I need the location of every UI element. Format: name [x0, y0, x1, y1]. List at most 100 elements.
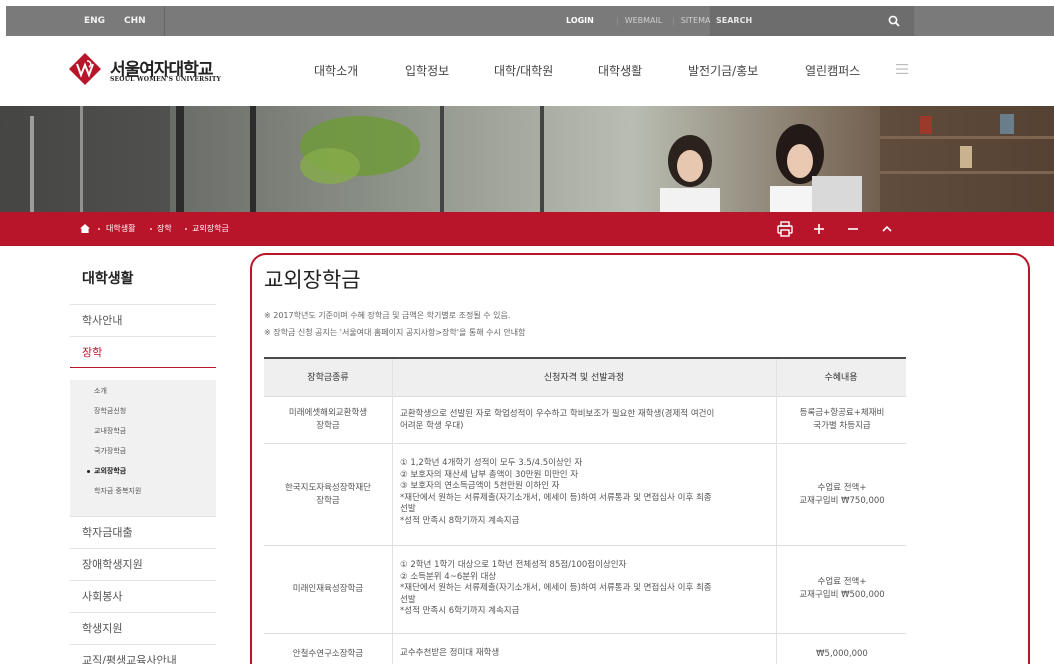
criteria-line: *성적 만족시 8학기까지 계속지급 — [400, 515, 520, 526]
search-input[interactable]: SEARCH — [710, 6, 914, 36]
note-text: ※ 장학금 신청 공지는 '서울여대 홈페이지 공지사항>장학'을 통해 수시 … — [264, 328, 526, 337]
criteria-line: 교환학생으로 선발된 자로 학업성적이 우수하고 학비보조가 필요한 재학생(경… — [400, 409, 715, 419]
submenu-item-external[interactable]: 교외장학금 — [94, 466, 126, 476]
lang-chn-link[interactable]: CHN — [124, 6, 146, 36]
scholarship-name-line: 안철수연구소장학금 — [292, 649, 364, 659]
benefit-cell: 수업료 전액+ 교재구입비 ₩750,000 — [778, 482, 906, 508]
column-divider — [392, 359, 393, 397]
criteria-line: ② 소득분위 4~6분위 대상 — [400, 571, 497, 582]
university-logo-icon[interactable] — [68, 52, 102, 86]
benefit-cell: ₩5,000,000 — [778, 648, 906, 661]
table-row: 안철수연구소장학금 교수추천받은 정미대 재학생 ₩5,000,000 — [264, 634, 906, 664]
util-separator: | — [672, 16, 675, 25]
lang-eng-link[interactable]: ENG — [84, 6, 105, 36]
column-divider — [392, 634, 393, 664]
note-text: ※ 2017학년도 기준이며 수혜 장학금 및 금액은 학기별로 조정될 수 있… — [264, 311, 511, 320]
submenu-item-national[interactable]: 국가장학금 — [94, 446, 126, 456]
sidebar-item-volunteer[interactable]: 사회봉사 — [70, 580, 216, 612]
sidebar-submenu: 소개 장학금신청 교내장학금 국가장학금 교외장학금 학자금 중복지원 — [70, 380, 216, 516]
nav-development-fund[interactable]: 발전기금/홍보 — [688, 62, 758, 79]
sidebar-item-teaching-course[interactable]: 교직/평생교육사안내 — [70, 644, 216, 664]
breadcrumb-separator — [98, 228, 100, 230]
nav-college-graduate[interactable]: 대학/대학원 — [494, 62, 553, 79]
lang-divider — [164, 6, 165, 36]
criteria-line: 어려운 학생 우대) — [400, 420, 464, 431]
scroll-top-icon[interactable] — [878, 220, 896, 238]
column-header: 수혜내용 — [824, 373, 858, 383]
scholarship-name-line: 미래인재육성장학금 — [292, 584, 364, 594]
sidebar-title: 대학생활 — [82, 271, 134, 287]
criteria-cell: ① 2학년 1학기 대상으로 1학년 전체성적 85점/100점이상인자 ② 소… — [400, 560, 770, 618]
nav-about[interactable]: 대학소개 — [314, 62, 358, 79]
criteria-line: ② 보호자의 재산세 납부 총액이 30만원 미만인 자 — [400, 469, 579, 480]
zoom-out-icon[interactable] — [844, 220, 862, 238]
benefit-line: 수업료 전액+ — [817, 577, 867, 587]
criteria-line: 선발 — [400, 594, 416, 605]
benefit-line: 등록금+항공료+체재비 — [799, 408, 885, 418]
breadcrumb-scholarship[interactable]: 장학 — [157, 212, 172, 246]
webmail-link[interactable]: | WEBMAIL — [610, 6, 662, 36]
scholarship-name-cell: 미래인재육성장학금 — [264, 583, 392, 596]
top-utility-bar: ENG CHN LOGIN | WEBMAIL | SITEMAP SEARCH — [0, 0, 1054, 36]
login-link[interactable]: LOGIN — [566, 6, 594, 36]
column-divider — [776, 634, 777, 664]
criteria-line: *성적 만족시 6학기까지 계속지급 — [400, 606, 520, 616]
submenu-item-intro[interactable]: 소개 — [94, 386, 107, 396]
criteria-line: 선발 — [400, 504, 416, 514]
benefit-line: 교재구입비 ₩750,000 — [799, 496, 885, 506]
column-divider — [392, 444, 393, 546]
logo-english-name[interactable]: SEOUL WOMEN'S UNIVERSITY — [110, 76, 221, 83]
breadcrumb-bar: 대학생활 장학 교외장학금 — [0, 212, 1054, 246]
table-row: 한국지도자육성장학재단 장학금 ① 1,2학년 4개학기 성적이 모두 3.5/… — [264, 444, 906, 546]
scholarship-name-cell: 미래에셋해외교환학생 장학금 — [264, 407, 392, 433]
breadcrumb-separator — [185, 228, 187, 230]
sidebar-item-disability-support[interactable]: 장애학생지원 — [70, 548, 216, 580]
criteria-cell: 교수추천받은 정미대 재학생 — [400, 648, 770, 660]
top-utility-inner: ENG CHN LOGIN | WEBMAIL | SITEMAP SEARCH — [6, 6, 1054, 36]
breadcrumb-separator — [150, 228, 152, 230]
nav-campus-life[interactable]: 대학생활 — [598, 62, 642, 79]
column-divider — [776, 359, 777, 397]
search-placeholder: SEARCH — [716, 16, 753, 25]
hero-photo — [0, 106, 1054, 212]
criteria-line: *재단에서 원하는 서류제출(자기소개서, 에세이 등)하여 서류통과 및 면접… — [400, 492, 712, 503]
submenu-item-apply[interactable]: 장학금신청 — [94, 406, 126, 416]
breadcrumb-external-scholarship[interactable]: 교외장학금 — [192, 212, 229, 246]
sidebar: 대학생활 학사안내 장학 소개 장학금신청 교내장학금 국가장학금 교외장학금 … — [70, 246, 216, 664]
submenu-item-duplicate-support[interactable]: 학자금 중복지원 — [94, 486, 141, 496]
nav-open-campus[interactable]: 열린캠퍼스 — [805, 62, 860, 79]
criteria-cell: ① 1,2학년 4개학기 성적이 모두 3.5/4.5이상인 자 ② 보호자의 … — [400, 458, 770, 527]
sidebar-item-scholarship[interactable]: 장학 — [70, 336, 216, 368]
menu-icon[interactable] — [896, 64, 908, 74]
criteria-line: ① 1,2학년 4개학기 성적이 모두 3.5/4.5이상인 자 — [400, 458, 583, 468]
nav-admissions[interactable]: 입학정보 — [405, 62, 449, 79]
column-divider — [392, 546, 393, 634]
zoom-in-icon[interactable] — [810, 220, 828, 238]
criteria-line: *재단에서 원하는 서류제출(자기소개서, 에세이 등)하여 서류통과 및 면접… — [400, 583, 712, 593]
util-separator: | — [616, 16, 619, 25]
sidebar-item-academic-info[interactable]: 학사안내 — [70, 304, 216, 336]
hero-banner-image — [0, 106, 1054, 212]
column-header: 신청자격 및 선발과정 — [543, 373, 625, 383]
benefit-line: 수업료 전액+ — [817, 483, 867, 493]
submenu-item-internal[interactable]: 교내장학금 — [94, 426, 126, 436]
home-icon[interactable] — [80, 224, 90, 233]
submenu-active-bullet — [87, 470, 90, 473]
column-divider — [776, 397, 777, 444]
print-icon[interactable] — [776, 220, 794, 238]
sidebar-item-student-loan[interactable]: 학자금대출 — [70, 516, 216, 548]
sitemap-link[interactable]: | SITEMAP — [666, 6, 715, 36]
benefit-cell: 등록금+항공료+체재비 국가별 차등지급 — [778, 407, 906, 433]
scholarship-name-line: 장학금 — [316, 421, 340, 431]
sidebar-item-student-support[interactable]: 학생지원 — [70, 612, 216, 644]
search-icon[interactable] — [888, 15, 900, 27]
column-header: 장학금종류 — [307, 373, 349, 383]
breadcrumb-campus-life[interactable]: 대학생활 — [106, 212, 135, 246]
column-divider — [776, 444, 777, 546]
benefit-line: 교재구입비 ₩500,000 — [799, 590, 885, 600]
column-divider — [776, 546, 777, 634]
page-title: 교외장학금 — [264, 268, 361, 292]
benefit-cell: 수업료 전액+ 교재구입비 ₩500,000 — [778, 576, 906, 602]
column-divider — [392, 397, 393, 444]
scholarship-name-cell: 한국지도자육성장학재단 장학금 — [264, 482, 392, 508]
